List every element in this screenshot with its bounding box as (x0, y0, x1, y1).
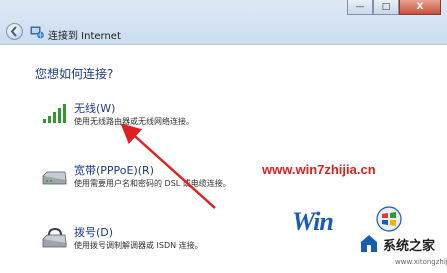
dialup-modem-icon (42, 227, 67, 248)
connection-question: 您想如何连接? (35, 67, 114, 81)
option-wireless-title: 无线(W) (74, 102, 116, 115)
title-bar: — □ X 连接到 Internet (0, 0, 447, 45)
minimize-button[interactable]: — (347, 0, 373, 15)
option-broadband-title: 宽带(PPPoE)(R) (74, 164, 154, 177)
wizard-content: 您想如何连接? 无线(W) 使用无线路由器或无线网络连接。 宽带(PPPoE)(… (0, 45, 447, 273)
maximize-button[interactable]: □ (373, 0, 399, 15)
option-wireless[interactable]: 无线(W) 使用无线路由器或无线网络连接。 (32, 98, 362, 136)
watermark-logo-text: Win (292, 207, 334, 236)
windows-flag-icon (376, 206, 402, 232)
wireless-signal-icon (43, 104, 66, 123)
back-arrow-icon (10, 26, 17, 37)
window-controls: — □ X (347, 0, 441, 16)
watermark-brand: 系统之家 (383, 239, 436, 254)
option-dialup-title: 拨号(D) (74, 226, 114, 239)
close-button[interactable]: X (399, 0, 441, 15)
wizard-title: 连接到 Internet (48, 31, 121, 42)
watermark-url: www.win7zhijia.cn (262, 162, 376, 177)
system-home-logo-icon (361, 235, 377, 252)
option-wireless-desc: 使用无线路由器或无线网络连接。 (74, 117, 194, 126)
back-button[interactable] (6, 23, 23, 40)
watermark-small-url: www.xitongzhijia.net (395, 258, 447, 266)
option-dialup-desc: 使用拨号调制解调器或 ISDN 连接。 (74, 241, 203, 250)
network-wizard-icon (30, 26, 44, 39)
broadband-modem-icon (42, 171, 67, 185)
option-broadband-desc: 使用需要用户名和密码的 DSL 或电缆连接。 (74, 179, 231, 188)
